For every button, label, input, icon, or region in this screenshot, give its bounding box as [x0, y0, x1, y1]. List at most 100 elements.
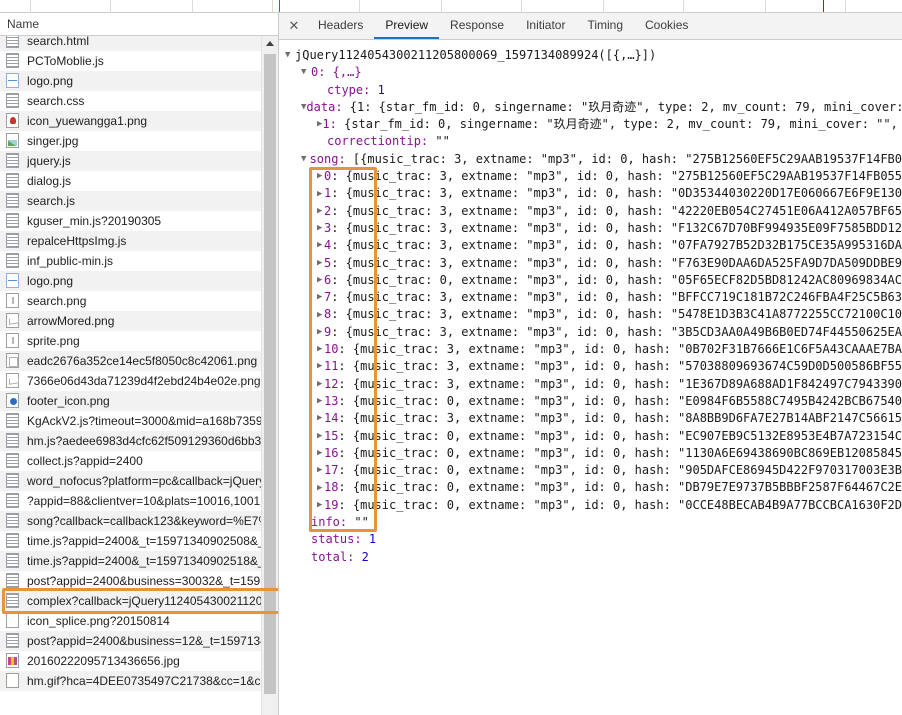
tab-timing[interactable]: Timing — [576, 13, 634, 39]
json-line[interactable]: total: 2 — [285, 549, 902, 566]
request-list-item[interactable]: logo.png — [0, 271, 278, 291]
disclosure-triangle-icon[interactable]: ▶ — [317, 172, 324, 181]
json-line[interactable]: ctype: 1 — [285, 82, 902, 99]
json-song-row[interactable]: ▶ 0: {music_trac: 3, extname: "mp3", id: … — [285, 168, 902, 185]
disclosure-triangle-icon[interactable]: ▶ — [317, 241, 324, 250]
column-header-name[interactable]: Name — [0, 13, 278, 36]
json-line[interactable]: ▼ 0: {,…} — [285, 64, 902, 81]
request-list-item[interactable]: footer_icon.png — [0, 391, 278, 411]
request-list-item[interactable]: song?callback=callback123&keyword=%E7% — [0, 511, 278, 531]
tab-cookies[interactable]: Cookies — [634, 13, 699, 39]
request-list-item[interactable]: search.css — [0, 91, 278, 111]
request-list-item[interactable]: collect.js?appid=2400 — [0, 451, 278, 471]
disclosure-triangle-icon[interactable]: ▶ — [317, 431, 324, 441]
json-song-row[interactable]: ▶ 2: {music_trac: 3, extname: "mp3", id: … — [285, 203, 902, 220]
json-line[interactable]: correctiontip: "" — [285, 133, 902, 150]
json-song-row[interactable]: ▶ 4: {music_trac: 3, extname: "mp3", id: … — [285, 237, 902, 254]
json-line[interactable]: status: 1 — [285, 531, 902, 548]
disclosure-triangle-icon[interactable]: ▼ — [285, 51, 295, 60]
sp: , id: — [569, 393, 613, 408]
json-song-row[interactable]: ▶ 11: {music_trac: 3, extname: "mp3", id:… — [285, 358, 902, 375]
request-list-item[interactable]: singer.jpg — [0, 131, 278, 151]
request-list-item[interactable]: icon_yuewangga1.png — [0, 111, 278, 131]
disclosure-triangle-icon[interactable]: ▶ — [317, 397, 324, 406]
request-list-item[interactable]: 20160222095713436656.jpg — [0, 651, 278, 671]
disclosure-triangle-icon[interactable]: ▶ — [317, 327, 324, 337]
tab-preview[interactable]: Preview — [374, 13, 440, 39]
tab-response[interactable]: Response — [439, 13, 515, 39]
json-song-row[interactable]: ▶ 18: {music_trac: 0, extname: "mp3", id:… — [285, 479, 902, 496]
json-line[interactable]: info: "" — [285, 514, 902, 531]
disclosure-triangle-icon[interactable]: ▶ — [317, 276, 324, 285]
json-song-row[interactable]: ▶ 16: {music_trac: 0, extname: "mp3", id:… — [285, 445, 902, 462]
disclosure-triangle-icon[interactable]: ▼ — [301, 68, 311, 77]
json-song-row[interactable]: ▶ 14: {music_trac: 3, extname: "mp3", id:… — [285, 410, 902, 427]
request-list[interactable]: search.html PCToMoblie.js logo.png search.c… — [0, 36, 278, 715]
request-list-item[interactable]: search.png — [0, 291, 278, 311]
request-list-item[interactable]: post?appid=2400&business=12&_t=1597134 — [0, 631, 278, 651]
request-list-item[interactable]: inf_public-min.js — [0, 251, 278, 271]
json-song-row[interactable]: ▶ 12: {music_trac: 3, extname: "mp3", id:… — [285, 376, 902, 393]
json-song-row[interactable]: ▶ 9: {music_trac: 3, extname: "mp3", id: … — [285, 324, 902, 341]
request-list-item[interactable]: dialog.js — [0, 171, 278, 191]
request-list-item[interactable]: post?appid=2400&business=30032&_t=1597 — [0, 571, 278, 591]
request-list-item[interactable]: PCToMoblie.js — [0, 51, 278, 71]
disclosure-triangle-icon[interactable]: ▶ — [317, 293, 324, 302]
json-song-row[interactable]: ▶ 19: {music_trac: 0, extname: "mp3", id:… — [285, 497, 902, 514]
request-list-item[interactable]: search.js — [0, 191, 278, 211]
disclosure-triangle-icon[interactable]: ▶ — [317, 466, 324, 475]
json-song-row[interactable]: ▶ 15: {music_trac: 0, extname: "mp3", id:… — [285, 428, 902, 445]
disclosure-triangle-icon[interactable]: ▶ — [317, 379, 324, 389]
request-list-item[interactable]: word_nofocus?platform=pc&callback=jQuery — [0, 471, 278, 491]
json-song-row[interactable]: ▶ 17: {music_trac: 0, extname: "mp3", id:… — [285, 462, 902, 479]
tab-initiator[interactable]: Initiator — [515, 13, 576, 39]
json-song-row[interactable]: ▶ 5: {music_trac: 3, extname: "mp3", id: … — [285, 255, 902, 272]
disclosure-triangle-icon[interactable]: ▶ — [317, 483, 324, 493]
request-list-item[interactable]: time.js?appid=2400&_t=15971340902508&_r= — [0, 531, 278, 551]
request-list-item[interactable]: eadc2676a352ce14ec5f8050c8c42061.png — [0, 351, 278, 371]
disclosure-triangle-icon[interactable]: ▶ — [317, 310, 324, 320]
disclosure-triangle-icon[interactable]: ▶ — [317, 224, 324, 233]
json-line[interactable]: ▶ 1: {star_fm_id: 0, singername: "玖月奇迹", … — [285, 116, 902, 133]
request-list-item[interactable]: time.js?appid=2400&_t=15971340902518&_r= — [0, 551, 278, 571]
preview-json-viewer[interactable]: ▼ jQuery1124054300211205800069_1597134089… — [279, 40, 902, 715]
json-song-row[interactable]: ▶ 8: {music_trac: 3, extname: "mp3", id: … — [285, 306, 902, 323]
request-list-item[interactable]: repalceHttpsImg.js — [0, 231, 278, 251]
request-list-item[interactable]: hm.gif?hca=4DEE0735497C21738&cc=1&ck=1 — [0, 671, 278, 691]
json-song-row[interactable]: ▶ 13: {music_trac: 0, extname: "mp3", id:… — [285, 393, 902, 410]
json-song-row[interactable]: ▶ 6: {music_trac: 0, extname: "mp3", id: … — [285, 272, 902, 289]
disclosure-triangle-icon[interactable]: ▶ — [317, 345, 324, 354]
json-line[interactable]: ▼ data: {1: {star_fm_id: 0, singername: "… — [285, 99, 902, 116]
request-list-scrollbar[interactable] — [261, 36, 278, 715]
disclosure-triangle-icon[interactable]: ▼ — [301, 154, 310, 164]
json-song-row[interactable]: ▶ 10: {music_trac: 3, extname: "mp3", id:… — [285, 341, 902, 358]
close-icon[interactable]: ✕ — [281, 13, 307, 39]
request-list-item[interactable]: icon_splice.png?20150814 — [0, 611, 278, 631]
request-list-item[interactable]: hm.js?aedee6983d4cfc62f509129360d6bb3d — [0, 431, 278, 451]
request-list-item[interactable]: sprite.png — [0, 331, 278, 351]
json-line[interactable]: ▼ jQuery1124054300211205800069_1597134089… — [285, 47, 902, 64]
request-list-item[interactable]: logo.png — [0, 71, 278, 91]
tab-headers[interactable]: Headers — [307, 13, 374, 39]
disclosure-triangle-icon[interactable]: ▶ — [317, 206, 324, 216]
json-song-row[interactable]: ▶ 7: {music_trac: 3, extname: "mp3", id: … — [285, 289, 902, 306]
request-list-item[interactable]: 7366e06d43da71239d4f2ebd24b4e02e.png — [0, 371, 278, 391]
caret-up-icon[interactable] — [262, 36, 278, 51]
json-song-row[interactable]: ▶ 3: {music_trac: 3, extname: "mp3", id: … — [285, 220, 902, 237]
scrollbar-thumb[interactable] — [264, 54, 276, 694]
disclosure-triangle-icon[interactable]: ▶ — [317, 448, 324, 458]
request-list-item[interactable]: KgAckV2.js?timeout=3000&mid=a168b7359d — [0, 411, 278, 431]
disclosure-triangle-icon[interactable]: ▶ — [317, 189, 324, 199]
request-list-item[interactable]: complex?callback=jQuery1124054300211205 — [0, 591, 278, 611]
disclosure-triangle-icon[interactable]: ▶ — [317, 258, 324, 268]
json-line[interactable]: ▼ song: [{music_trac: 3, extname: "mp3", … — [285, 151, 902, 168]
request-list-item[interactable]: ?appid=88&clientver=10&plats=10016,1001. — [0, 491, 278, 511]
request-list-item[interactable]: jquery.js — [0, 151, 278, 171]
request-list-item[interactable]: arrowMored.png — [0, 311, 278, 331]
request-list-item[interactable]: kguser_min.js?20190305 — [0, 211, 278, 231]
request-list-item[interactable]: search.html — [0, 36, 278, 51]
disclosure-triangle-icon[interactable]: ▶ — [317, 414, 324, 423]
json-song-row[interactable]: ▶ 1: {music_trac: 3, extname: "mp3", id: … — [285, 185, 902, 202]
disclosure-triangle-icon[interactable]: ▶ — [317, 362, 324, 371]
disclosure-triangle-icon[interactable]: ▶ — [317, 500, 324, 510]
